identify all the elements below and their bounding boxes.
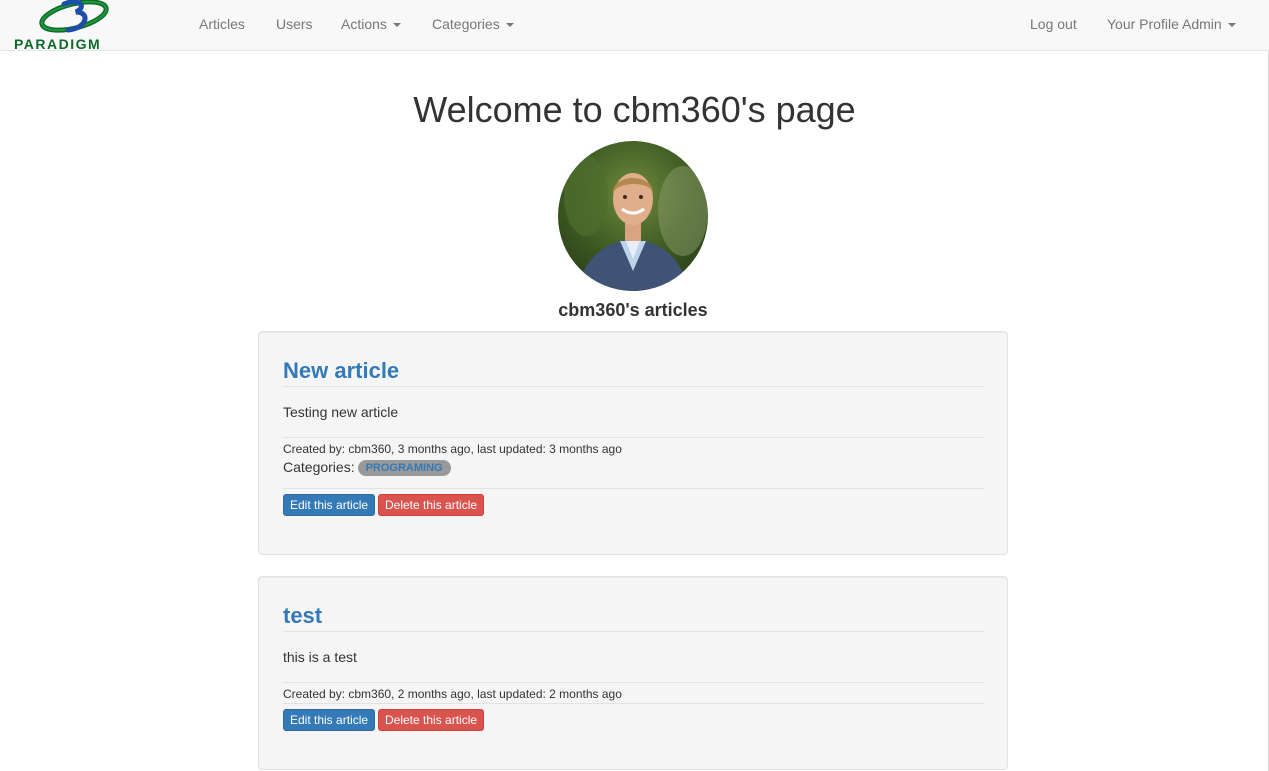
- delete-article-button[interactable]: Delete this article: [378, 494, 485, 516]
- article-meta: Created by: cbm360, 2 months ago, last u…: [283, 687, 622, 701]
- body-divider: [283, 682, 985, 683]
- body-divider: [283, 437, 985, 438]
- nav-logout-link[interactable]: Log out: [1030, 16, 1077, 32]
- article-meta: Created by: cbm360, 3 months ago, last u…: [283, 442, 622, 456]
- nav-profile-label: Your Profile Admin: [1107, 16, 1222, 32]
- caret-down-icon: [505, 23, 514, 28]
- article-title-link[interactable]: New article: [283, 358, 399, 384]
- article-title-link[interactable]: test: [283, 603, 322, 629]
- title-divider: [283, 386, 985, 387]
- meta-divider: [283, 488, 985, 489]
- brand-name: PARADIGM: [14, 36, 102, 52]
- article-card: New article Testing new article Created …: [258, 331, 1008, 555]
- nav-users-link[interactable]: Users: [276, 16, 313, 32]
- category-badge[interactable]: PROGRAMING: [357, 460, 451, 477]
- categories-label: Categories:: [283, 459, 355, 475]
- nav-profile-dropdown[interactable]: Your Profile Admin: [1107, 16, 1236, 32]
- edit-article-button[interactable]: Edit this article: [283, 494, 376, 516]
- top-navbar: PARADIGM Articles Users Actions Categori…: [0, 0, 1269, 52]
- caret-down-icon: [392, 23, 401, 28]
- page-title: Welcome to cbm360's page: [413, 89, 856, 130]
- nav-categories-dropdown[interactable]: Categories: [432, 16, 514, 32]
- nav-articles-link[interactable]: Articles: [199, 16, 245, 32]
- article-body: Testing new article: [283, 404, 399, 420]
- user-avatar: [558, 141, 708, 291]
- nav-categories-label: Categories: [432, 16, 500, 32]
- caret-down-icon: [1227, 23, 1236, 28]
- edit-article-button[interactable]: Edit this article: [283, 709, 376, 731]
- article-body: this is a test: [283, 649, 357, 665]
- brand-logo[interactable]: PARADIGM: [12, 0, 136, 52]
- profile-photo: [558, 141, 708, 291]
- article-categories: Categories: PROGRAMING: [283, 459, 451, 477]
- paradigm-logo-icon: [39, 0, 109, 33]
- article-card: test this is a test Created by: cbm360, …: [258, 576, 1008, 770]
- delete-article-button[interactable]: Delete this article: [378, 709, 485, 731]
- nav-actions-dropdown[interactable]: Actions: [341, 16, 401, 32]
- meta-divider: [283, 703, 985, 704]
- articles-heading: cbm360's articles: [558, 300, 708, 320]
- nav-actions-label: Actions: [341, 16, 387, 32]
- title-divider: [283, 631, 985, 632]
